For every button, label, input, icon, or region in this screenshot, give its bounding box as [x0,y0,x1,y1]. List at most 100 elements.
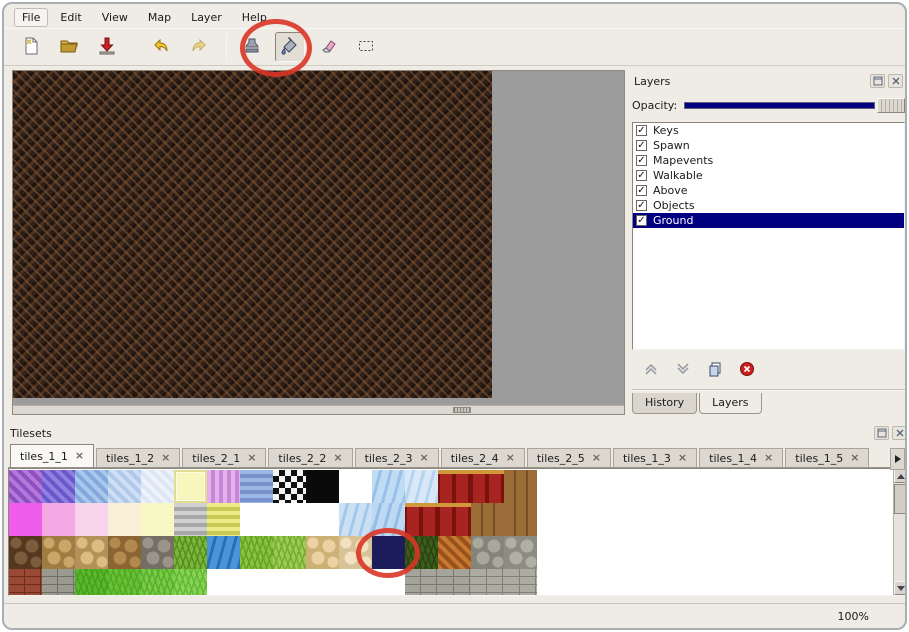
layer-visibility-checkbox[interactable]: ✓ [636,125,647,136]
palette-tile[interactable] [339,503,372,536]
palette-tile[interactable] [174,536,207,569]
palette-tile[interactable] [207,503,240,536]
palette-tile[interactable] [240,536,273,569]
palette-tile[interactable] [108,569,141,596]
palette-tile[interactable] [75,470,108,503]
undo-button[interactable] [146,32,176,62]
move-layer-down-button[interactable] [672,360,694,380]
palette-tile[interactable] [141,470,174,503]
palette-tile[interactable] [471,569,504,596]
map-horizontal-scrollbar[interactable] [13,405,624,414]
palette-tile[interactable] [306,503,339,536]
layer-visibility-checkbox[interactable]: ✓ [636,170,647,181]
tab-scroll-right-button[interactable] [890,448,905,470]
palette-tile[interactable] [207,536,240,569]
tab-close-icon[interactable]: × [764,453,773,463]
palette-tile[interactable] [108,503,141,536]
palette-tile[interactable] [240,470,273,503]
layer-row-keys[interactable]: ✓Keys [633,123,904,138]
palette-tile[interactable] [108,470,141,503]
palette-tile[interactable] [372,536,405,569]
layer-row-spawn[interactable]: ✓Spawn [633,138,904,153]
tileset-tab-tiles_1_5[interactable]: tiles_1_5× [785,448,869,467]
palette-tile[interactable] [405,536,438,569]
palette-tile[interactable] [207,569,240,596]
tab-close-icon[interactable]: × [506,453,515,463]
tileset-tab-tiles_2_4[interactable]: tiles_2_4× [441,448,525,467]
select-tool-button[interactable] [351,32,381,62]
menu-layer[interactable]: Layer [183,8,230,27]
palette-tile[interactable] [75,569,108,596]
layer-row-above[interactable]: ✓Above [633,183,904,198]
palette-tile[interactable] [339,536,372,569]
open-button[interactable] [54,32,84,62]
palette-tile[interactable] [174,569,207,596]
scrollbar-thumb[interactable] [894,484,907,514]
palette-tile[interactable] [372,503,405,536]
map-canvas[interactable] [12,70,625,415]
close-panel-icon[interactable] [888,74,903,88]
palette-tile[interactable] [174,503,207,536]
menu-view[interactable]: View [94,8,136,27]
close-panel-icon[interactable] [892,426,907,440]
palette-tile[interactable] [273,536,306,569]
layer-row-mapevents[interactable]: ✓Mapevents [633,153,904,168]
tileset-tab-tiles_1_4[interactable]: tiles_1_4× [699,448,783,467]
palette-tile[interactable] [273,470,306,503]
palette-tile[interactable] [471,536,504,569]
palette-tile[interactable] [9,569,42,596]
tileset-tab-tiles_2_5[interactable]: tiles_2_5× [527,448,611,467]
fill-tool-button[interactable] [275,32,305,62]
palette-tile[interactable] [438,569,471,596]
tileset-tab-tiles_1_1[interactable]: tiles_1_1× [10,444,94,467]
menu-map[interactable]: Map [140,8,179,27]
palette-tile[interactable] [471,470,504,503]
tab-close-icon[interactable]: × [333,453,342,463]
palette-vertical-scrollbar[interactable] [893,469,907,595]
palette-tile[interactable] [141,536,174,569]
menu-file[interactable]: File [14,8,48,27]
tileset-tab-tiles_1_3[interactable]: tiles_1_3× [613,448,697,467]
layer-row-ground[interactable]: ✓Ground [633,213,904,228]
palette-tile[interactable] [240,569,273,596]
palette-tile[interactable] [504,569,537,596]
palette-tile[interactable] [141,569,174,596]
tab-close-icon[interactable]: × [161,453,170,463]
tab-close-icon[interactable]: × [419,453,428,463]
tab-close-icon[interactable]: × [850,453,859,463]
palette-tile[interactable] [75,536,108,569]
scrollbar-thumb[interactable] [453,407,471,413]
layer-visibility-checkbox[interactable]: ✓ [636,185,647,196]
palette-tile[interactable] [75,503,108,536]
palette-tile[interactable] [504,470,537,503]
palette-tile[interactable] [207,470,240,503]
layer-visibility-checkbox[interactable]: ✓ [636,140,647,151]
tab-close-icon[interactable]: × [75,451,84,461]
palette-tile[interactable] [339,569,372,596]
layer-visibility-checkbox[interactable]: ✓ [636,200,647,211]
float-panel-icon[interactable] [870,74,885,88]
palette-tile[interactable] [339,470,372,503]
save-button[interactable] [92,32,122,62]
scroll-down-button[interactable] [894,581,907,595]
dock-tab-layers[interactable]: Layers [699,393,761,414]
palette-tile[interactable] [240,503,273,536]
scroll-up-button[interactable] [894,469,907,483]
palette-tile[interactable] [306,569,339,596]
eraser-tool-button[interactable] [313,32,343,62]
palette-tile[interactable] [174,470,207,503]
menu-help[interactable]: Help [234,8,275,27]
tab-close-icon[interactable]: × [247,453,256,463]
palette-tile[interactable] [405,503,438,536]
palette-tile[interactable] [504,503,537,536]
palette-tile[interactable] [141,503,174,536]
redo-button[interactable] [184,32,214,62]
tileset-tab-tiles_2_3[interactable]: tiles_2_3× [355,448,439,467]
layer-row-walkable[interactable]: ✓Walkable [633,168,904,183]
palette-tile[interactable] [273,503,306,536]
palette-tile[interactable] [438,536,471,569]
stamp-tool-button[interactable] [237,32,267,62]
opacity-slider-handle[interactable] [877,98,905,113]
new-map-button[interactable] [16,32,46,62]
palette-tile[interactable] [42,503,75,536]
